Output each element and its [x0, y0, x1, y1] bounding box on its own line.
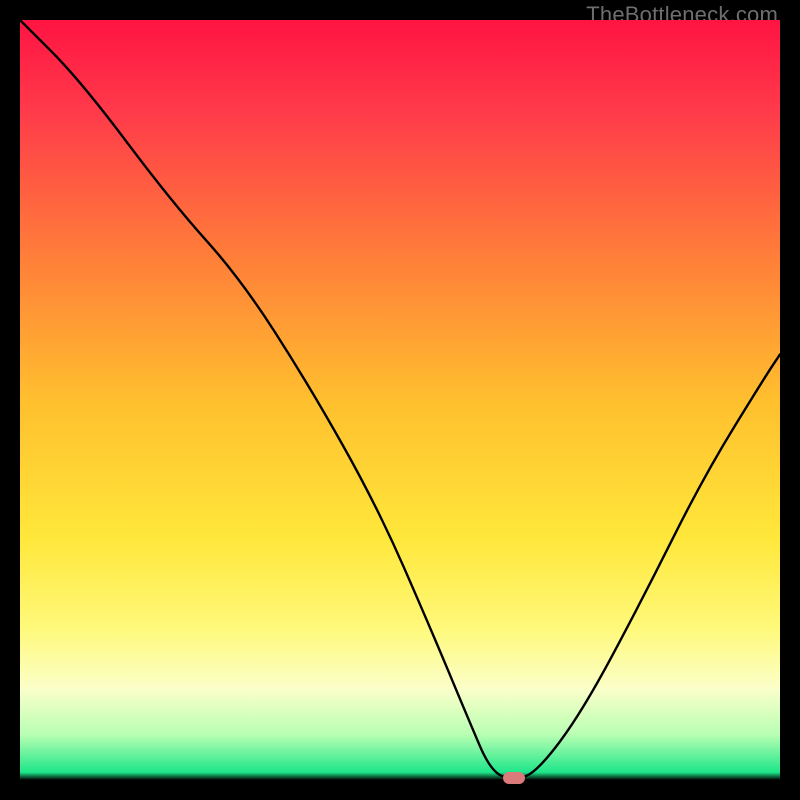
chart-background-gradient [20, 20, 780, 780]
chart-container: TheBottleneck.com [0, 0, 800, 800]
plot-area [20, 20, 780, 780]
optimum-marker [503, 772, 525, 784]
